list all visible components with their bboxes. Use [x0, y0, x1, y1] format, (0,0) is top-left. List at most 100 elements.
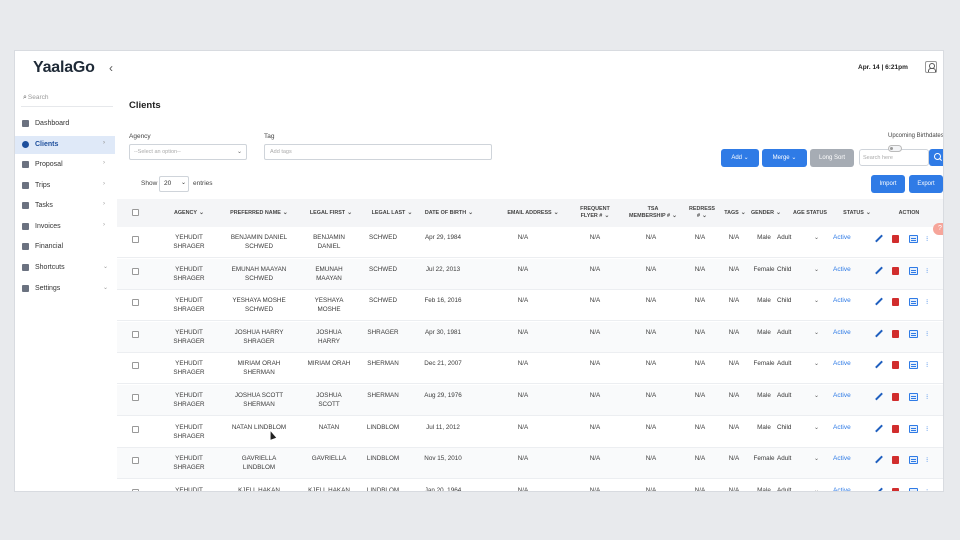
col-frequent-flyer[interactable]: FREQUENT FLYER # ⌄: [573, 206, 617, 220]
age-status-select[interactable]: Adult ⌄: [777, 455, 821, 465]
sidebar-item-shortcuts[interactable]: Shortcuts ⌄: [15, 259, 115, 277]
sidebar-item-settings[interactable]: Settings ⌄: [15, 280, 115, 298]
more-options-icon[interactable]: ⁝: [926, 235, 928, 243]
sidebar-item-financial[interactable]: Financial: [15, 238, 115, 256]
status-link[interactable]: Active: [833, 266, 851, 273]
age-status-select[interactable]: Adult ⌄: [777, 392, 821, 402]
delete-icon[interactable]: [892, 361, 899, 370]
status-link[interactable]: Active: [833, 234, 851, 241]
edit-icon[interactable]: [875, 235, 883, 243]
delete-icon[interactable]: [892, 298, 899, 307]
delete-icon[interactable]: [892, 487, 899, 491]
table-row[interactable]: YEHUDIT KJELL HAKAN KJELL HAKAN LINDBLOM…: [117, 480, 943, 491]
delete-icon[interactable]: [892, 424, 899, 433]
more-options-icon[interactable]: ⁝: [926, 298, 928, 306]
status-link[interactable]: Active: [833, 329, 851, 336]
document-icon[interactable]: [909, 361, 918, 370]
entries-per-page-select[interactable]: 20 ⌄: [159, 176, 189, 192]
table-row[interactable]: YEHUDIT SHRAGER JOSHUA SCOTT SHERMAN JOSHU…: [117, 385, 943, 416]
more-options-icon[interactable]: ⁝: [926, 330, 928, 338]
col-legal-last[interactable]: LEGAL LAST ⌄: [363, 210, 421, 217]
edit-icon[interactable]: [875, 393, 883, 401]
long-sort-button[interactable]: Long Sort: [810, 149, 854, 167]
row-checkbox[interactable]: [132, 330, 139, 338]
edit-icon[interactable]: [875, 361, 883, 369]
edit-icon[interactable]: [875, 425, 883, 433]
col-date-of-birth[interactable]: DATE OF BIRTH ⌄: [419, 210, 479, 217]
row-checkbox[interactable]: [132, 394, 139, 401]
row-checkbox[interactable]: [132, 236, 139, 243]
upcoming-birthdates-toggle[interactable]: [888, 145, 902, 152]
edit-icon[interactable]: [875, 298, 883, 306]
col-tsa-membership[interactable]: TSA MEMBERSHIP # ⌄: [625, 206, 681, 220]
age-status-select[interactable]: Child ⌄: [777, 297, 821, 307]
document-icon[interactable]: [909, 235, 918, 243]
user-profile-icon[interactable]: [925, 61, 937, 73]
sidebar-item-invoices[interactable]: Invoices ›: [15, 218, 115, 236]
tag-input[interactable]: Add tags: [264, 144, 492, 160]
status-link[interactable]: Active: [833, 360, 851, 367]
document-icon[interactable]: [909, 329, 918, 338]
help-icon[interactable]: ?: [933, 223, 943, 235]
add-button[interactable]: Add ⌄: [721, 149, 759, 167]
document-icon[interactable]: [909, 456, 918, 465]
col-status[interactable]: STATUS ⌄: [839, 210, 875, 217]
select-all-checkbox[interactable]: [132, 209, 139, 216]
age-status-select[interactable]: Adult ⌄: [777, 329, 821, 339]
document-icon[interactable]: [909, 393, 918, 401]
table-row[interactable]: YEHUDIT SHRAGER GAVRIELLA LINDBLOM GAVRIEL…: [117, 448, 943, 480]
edit-icon[interactable]: [875, 330, 883, 338]
delete-icon[interactable]: [892, 456, 899, 465]
more-options-icon[interactable]: ⁝: [926, 425, 928, 433]
delete-icon[interactable]: [892, 329, 899, 338]
status-link[interactable]: Active: [833, 455, 851, 462]
sidebar-item-tasks[interactable]: Tasks ›: [15, 197, 115, 215]
sidebar-search-input[interactable]: ⌕Search: [21, 91, 113, 107]
status-link[interactable]: Active: [833, 487, 851, 491]
table-row[interactable]: YEHUDIT SHRAGER BENJAMIN DANIEL SCHWED BEN…: [117, 227, 943, 258]
col-agency[interactable]: AGENCY ⌄: [165, 210, 213, 217]
status-link[interactable]: Active: [833, 424, 851, 431]
document-icon[interactable]: [909, 266, 918, 275]
row-checkbox[interactable]: [132, 299, 139, 307]
col-legal-first[interactable]: LEGAL FIRST ⌄: [301, 210, 361, 217]
export-button[interactable]: Export: [909, 175, 943, 193]
agency-select[interactable]: --Select an option-- ⌄: [129, 144, 247, 160]
age-status-select[interactable]: Child ⌄: [777, 266, 821, 276]
row-checkbox[interactable]: [132, 488, 139, 491]
edit-icon[interactable]: [875, 456, 883, 464]
col-email[interactable]: EMAIL ADDRESS ⌄: [495, 210, 571, 217]
edit-icon[interactable]: [875, 267, 883, 275]
row-checkbox[interactable]: [132, 457, 139, 465]
table-row[interactable]: YEHUDIT SHRAGER YESHAYA MOSHE SCHWED YESHA…: [117, 290, 943, 322]
collapse-sidebar-icon[interactable]: ‹: [109, 61, 113, 75]
status-link[interactable]: Active: [833, 297, 851, 304]
search-icon[interactable]: [929, 149, 943, 166]
import-button[interactable]: Import: [871, 175, 905, 193]
more-options-icon[interactable]: ⁝: [926, 488, 928, 491]
row-checkbox[interactable]: [132, 267, 139, 275]
delete-icon[interactable]: [892, 393, 899, 401]
document-icon[interactable]: [909, 298, 918, 307]
sidebar-item-proposal[interactable]: Proposal ›: [15, 156, 115, 174]
delete-icon[interactable]: [892, 235, 899, 243]
sidebar-item-dashboard[interactable]: Dashboard: [15, 115, 115, 133]
document-icon[interactable]: [909, 487, 918, 491]
table-row[interactable]: YEHUDIT SHRAGER EMUNAH MAAYAN SCHWED EMUNA…: [117, 258, 943, 290]
age-status-select[interactable]: Adult ⌄: [777, 360, 821, 370]
more-options-icon[interactable]: ⁝: [926, 267, 928, 275]
col-gender[interactable]: GENDER ⌄: [749, 210, 783, 217]
sidebar-item-trips[interactable]: Trips ›: [15, 177, 115, 195]
more-options-icon[interactable]: ⁝: [926, 456, 928, 464]
document-icon[interactable]: [909, 424, 918, 433]
status-link[interactable]: Active: [833, 392, 851, 399]
more-options-icon[interactable]: ⁝: [926, 361, 928, 369]
edit-icon[interactable]: [875, 488, 883, 491]
delete-icon[interactable]: [892, 266, 899, 275]
more-options-icon[interactable]: ⁝: [926, 393, 928, 401]
row-checkbox[interactable]: [132, 362, 139, 370]
col-tags[interactable]: TAGS ⌄: [723, 210, 747, 217]
merge-button[interactable]: Merge ⌄: [762, 149, 807, 167]
table-row[interactable]: YEHUDIT SHRAGER JOSHUA HARRY SHRAGER JOSHU…: [117, 321, 943, 353]
age-status-select[interactable]: Adult ⌄: [777, 234, 821, 244]
